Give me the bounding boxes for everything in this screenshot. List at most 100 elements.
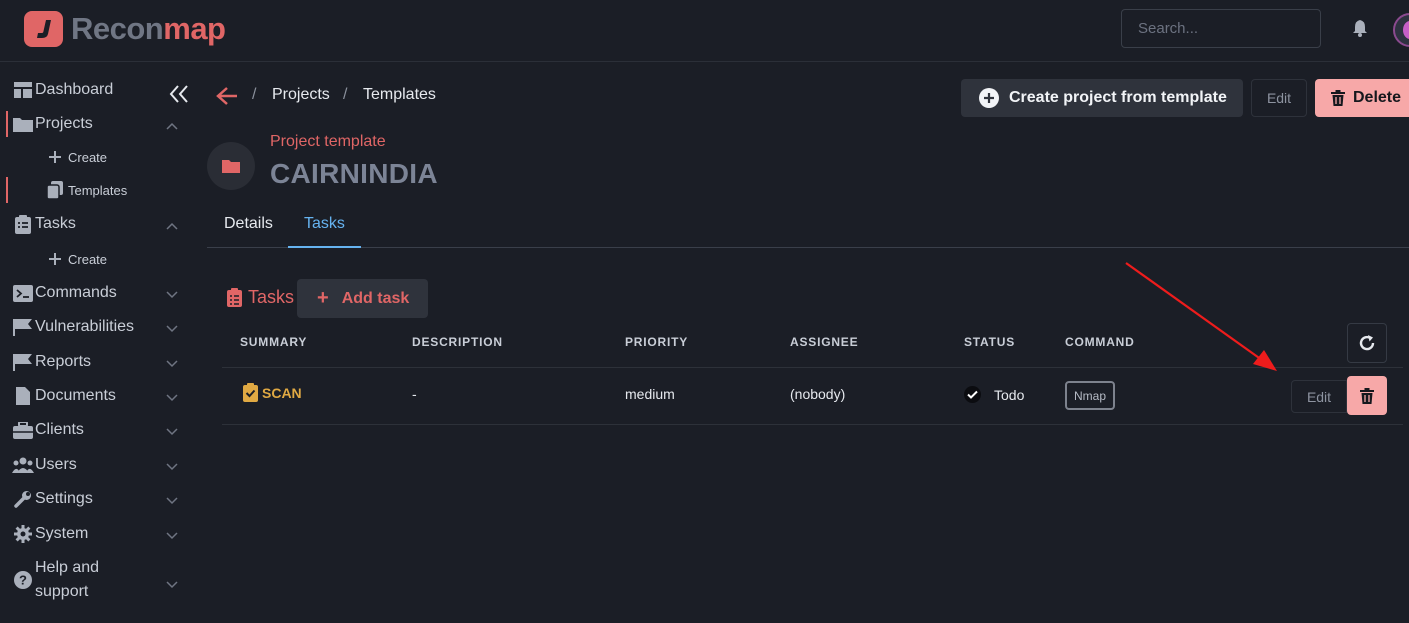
sidebar-item-label: Documents	[35, 387, 116, 404]
breadcrumb-templates: Templates	[363, 86, 436, 103]
sidebar-item-documents[interactable]: Documents	[6, 381, 186, 411]
user-avatar[interactable]	[1393, 13, 1409, 47]
add-task-button[interactable]: + Add task	[297, 279, 428, 318]
sidebar-item-settings[interactable]: Settings	[6, 484, 186, 514]
tab-details[interactable]: Details	[224, 215, 273, 233]
sidebar-item-commands[interactable]: Commands	[6, 278, 186, 308]
chevron-down-icon[interactable]	[166, 492, 178, 510]
create-project-from-template-label: Create project from template	[1009, 89, 1227, 106]
copy-icon	[46, 181, 64, 199]
chevron-down-icon[interactable]	[166, 286, 178, 304]
trash-icon	[1331, 90, 1345, 106]
refresh-icon	[1359, 335, 1375, 351]
sidebar-item-label: Vulnerabilities	[35, 318, 135, 335]
back-arrow-icon[interactable]	[215, 85, 239, 112]
collapse-sidebar-icon[interactable]	[168, 84, 190, 109]
page-title: CAIRNINDIA	[270, 158, 438, 189]
breadcrumb-projects[interactable]: Projects	[272, 86, 330, 104]
chevron-down-icon[interactable]	[166, 389, 178, 407]
search-input[interactable]	[1121, 9, 1321, 48]
sidebar-item-clients[interactable]: Clients	[6, 415, 186, 445]
sidebar-subitem-label: Create	[68, 251, 108, 267]
project-subtitle: Project template	[270, 133, 386, 150]
sidebar-item-label: Projects	[35, 115, 93, 132]
sidebar-item-help[interactable]: ? Help and support	[6, 555, 186, 605]
help-label-line1: Help and	[35, 559, 100, 576]
sidebar-item-tasks[interactable]: Tasks	[6, 209, 186, 239]
chevron-down-icon[interactable]	[166, 527, 178, 545]
sidebar-item-users[interactable]: Users	[6, 450, 186, 480]
plus-icon	[46, 253, 64, 265]
tab-tasks[interactable]: Tasks	[304, 215, 345, 233]
sidebar-item-label: Tasks	[35, 215, 76, 232]
active-indicator	[6, 177, 8, 203]
breadcrumb-separator: /	[252, 86, 257, 103]
column-header-assignee: ASSIGNEE	[790, 335, 859, 349]
chevron-down-icon[interactable]	[166, 458, 178, 476]
sidebar-subitem-label: Templates	[68, 182, 128, 198]
terminal-icon	[12, 282, 34, 304]
clipboard-icon	[227, 288, 242, 307]
bell-icon[interactable]	[1352, 19, 1368, 42]
command-badge[interactable]: Nmap	[1065, 381, 1116, 410]
delete-template-button[interactable]: Delete	[1315, 79, 1409, 117]
wrench-icon	[12, 488, 34, 510]
sidebar-item-label: Help and support	[35, 556, 99, 604]
sidebar-item-label: Commands	[35, 284, 117, 301]
chevron-down-icon[interactable]	[166, 320, 178, 338]
flag-icon	[12, 316, 34, 338]
briefcase-icon	[12, 419, 34, 441]
chevron-down-icon[interactable]	[166, 423, 178, 441]
sidebar-item-projects[interactable]: Projects	[6, 109, 186, 139]
sidebar-item-reports[interactable]: Reports	[6, 347, 186, 377]
plus-icon: +	[317, 287, 329, 309]
plus-icon	[46, 151, 64, 163]
svg-text:?: ?	[19, 573, 27, 588]
edit-template-button[interactable]: Edit	[1251, 79, 1307, 117]
clipboard-icon	[12, 213, 34, 235]
sidebar-item-label: Reports	[35, 353, 92, 370]
task-assignee: (nobody)	[790, 386, 846, 402]
chevron-down-icon[interactable]	[166, 576, 178, 594]
gear-icon	[12, 523, 34, 545]
plus-circle-icon	[979, 88, 999, 108]
app-logo[interactable]: Reconmap	[24, 11, 226, 47]
sidebar-subitem-templates[interactable]: Templates	[46, 178, 127, 202]
chevron-down-icon[interactable]	[166, 355, 178, 373]
chevron-up-icon[interactable]	[166, 217, 178, 235]
table-row-divider	[222, 424, 1403, 425]
add-task-label: Add task	[341, 289, 410, 307]
delete-template-label: Delete	[1353, 89, 1402, 106]
refresh-button[interactable]	[1347, 323, 1387, 363]
sidebar-subitem-label: Create	[68, 149, 108, 165]
check-circle-icon	[964, 386, 981, 403]
sidebar-item-label: Settings	[35, 490, 93, 507]
app-name-part2: map	[163, 11, 226, 46]
task-summary: SCAN	[262, 384, 302, 401]
task-summary-link[interactable]: SCAN	[243, 383, 302, 402]
folder-icon	[222, 160, 240, 173]
sidebar-subitem-projects-create[interactable]: Create	[46, 145, 107, 169]
document-icon	[12, 385, 34, 407]
create-project-from-template-button[interactable]: Create project from template	[961, 79, 1243, 117]
sidebar-item-vulnerabilities[interactable]: Vulnerabilities	[6, 312, 186, 342]
sidebar-item-label: System	[35, 525, 89, 542]
column-header-command: COMMAND	[1065, 335, 1135, 349]
sidebar-item-label: Users	[35, 456, 77, 473]
users-icon	[12, 454, 34, 476]
column-header-status: STATUS	[964, 335, 1016, 349]
chevron-up-icon[interactable]	[166, 117, 178, 135]
help-icon: ?	[12, 569, 34, 591]
column-header-summary: SUMMARY	[240, 335, 308, 349]
active-tab-indicator	[288, 246, 361, 248]
task-status: Todo	[964, 386, 1024, 403]
sidebar-item-label: Dashboard	[35, 81, 114, 98]
help-label-line2: support	[35, 583, 89, 600]
task-description: -	[412, 386, 417, 402]
sidebar-subitem-tasks-create[interactable]: Create	[46, 247, 107, 271]
edit-task-button[interactable]: Edit	[1291, 380, 1347, 413]
delete-task-button[interactable]	[1347, 376, 1387, 415]
sidebar-item-system[interactable]: System	[6, 519, 186, 549]
flag-icon	[12, 351, 34, 373]
sidebar-item-dashboard[interactable]: Dashboard	[6, 75, 186, 105]
